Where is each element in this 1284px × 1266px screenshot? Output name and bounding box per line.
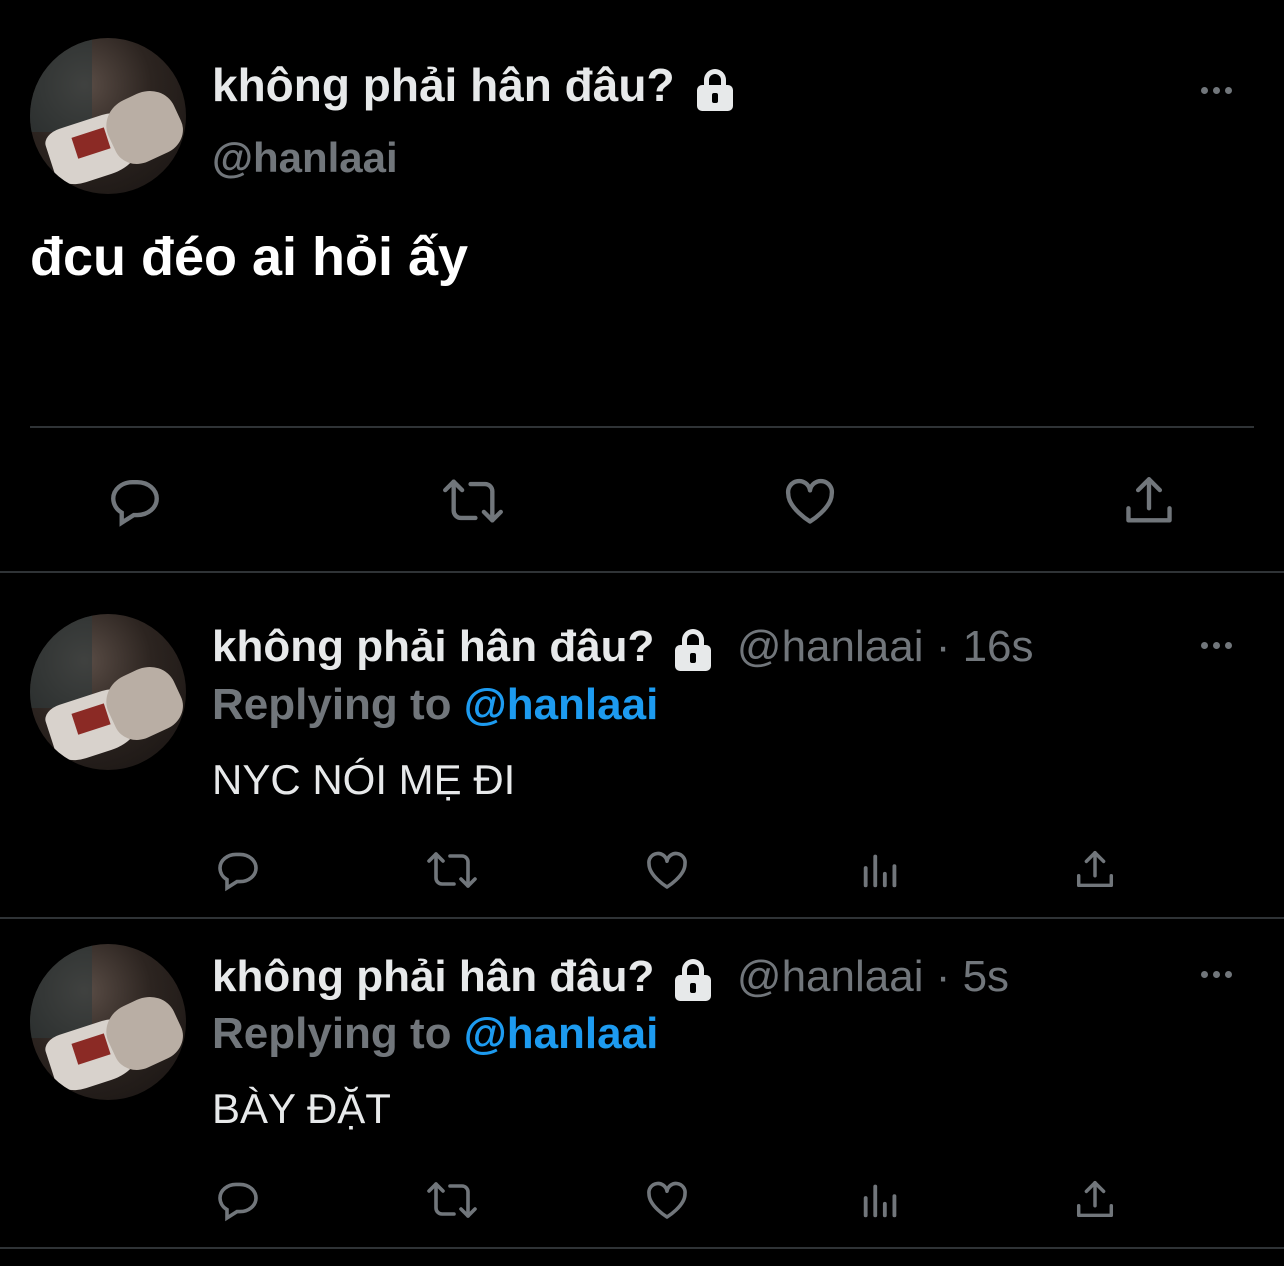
avatar[interactable] [30,38,186,194]
mention-link[interactable]: @hanlaai [464,680,659,729]
tweet-text: BÀY ĐẶT [212,1085,391,1132]
display-name[interactable]: không phải hân đâu? @hanlaai · 5s [212,952,1009,1002]
reply-icon[interactable] [214,1176,262,1224]
tweet-text: NYC NÓI MẸ ĐI [212,756,516,803]
more-options-icon[interactable] [1201,87,1232,94]
like-icon[interactable] [642,846,692,894]
display-name[interactable]: không phải hân đâu? @hanlaai · 16s [212,622,1034,672]
avatar[interactable] [30,944,186,1100]
replying-to: Replying to @hanlaai [212,1009,659,1058]
retweet-icon[interactable] [424,846,480,894]
like-icon[interactable] [780,472,840,530]
reply-icon[interactable] [106,472,164,530]
lock-icon [671,957,715,1002]
divider [0,571,1284,573]
divider [0,917,1284,919]
more-options-icon[interactable] [1201,642,1232,649]
tweet-text: đcu đéo ai hỏi ấy [30,227,469,287]
more-options-icon[interactable] [1201,971,1232,978]
reply-icon[interactable] [214,846,262,894]
display-name[interactable]: không phải hân đâu? [212,58,737,112]
divider [0,1247,1284,1249]
share-icon[interactable] [1072,846,1118,894]
analytics-icon[interactable] [858,846,904,894]
lock-icon [671,627,715,672]
share-icon[interactable] [1120,472,1178,530]
divider [30,426,1254,428]
share-icon[interactable] [1072,1176,1118,1224]
lock-icon [693,67,737,111]
handle-time[interactable]: @hanlaai · 16s [737,622,1034,671]
handle-time[interactable]: @hanlaai · 5s [737,952,1009,1001]
mention-link[interactable]: @hanlaai [464,1009,659,1058]
replying-to: Replying to @hanlaai [212,680,659,729]
retweet-icon[interactable] [440,472,506,530]
retweet-icon[interactable] [424,1176,480,1224]
like-icon[interactable] [642,1176,692,1224]
avatar[interactable] [30,614,186,770]
analytics-icon[interactable] [858,1176,904,1224]
handle[interactable]: @hanlaai [212,134,398,182]
